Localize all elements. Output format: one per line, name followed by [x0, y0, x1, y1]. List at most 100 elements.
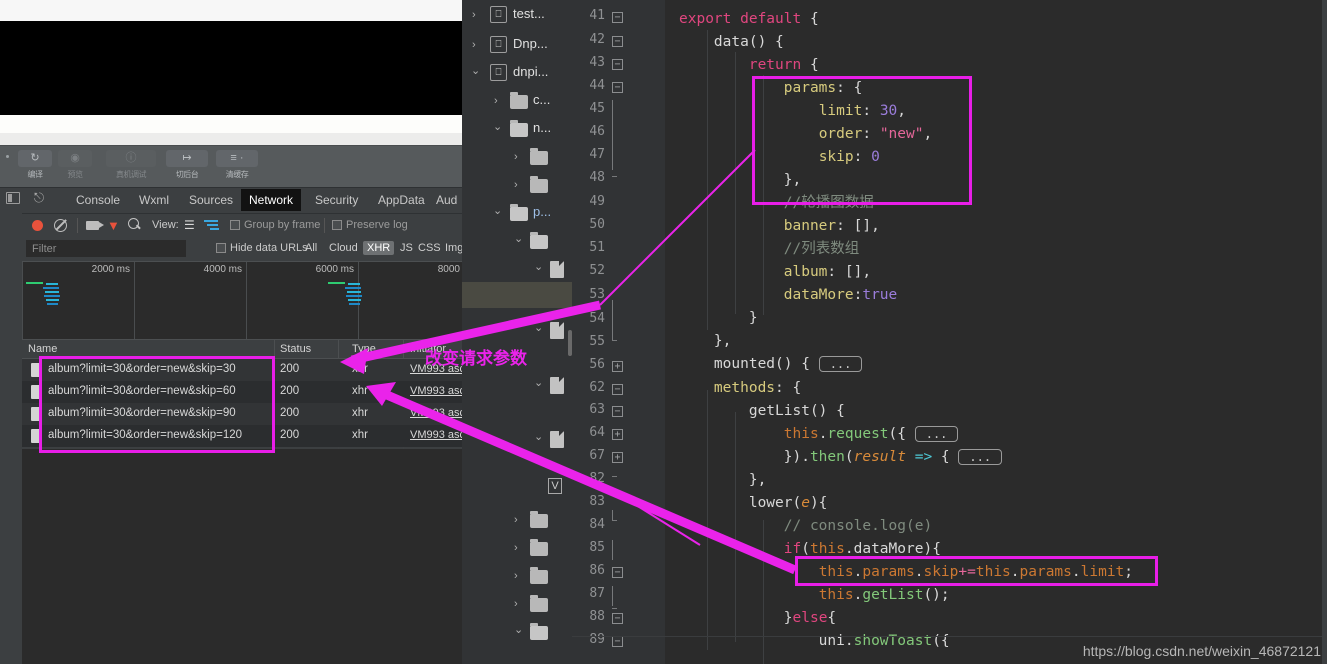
chevron-down-icon[interactable]: ⌄ [514, 234, 523, 245]
tab-security[interactable]: Security [307, 189, 366, 211]
tree-item-selected[interactable] [462, 282, 572, 308]
background-switch-button[interactable]: ↦ 切后台 [166, 150, 208, 180]
code-line-45: limit: 30, [818, 103, 907, 119]
tree-item-folder-e[interactable]: ⌄ [462, 617, 572, 661]
compile-button[interactable]: ↻ 编译 [18, 150, 52, 180]
table-row[interactable]: album?limit=30&order=new&skip=60 200 xhr… [22, 381, 462, 403]
preserve-log-checkbox[interactable] [332, 220, 342, 230]
inspect-element-icon[interactable]: ⎋ [30, 190, 48, 206]
simulator-screen[interactable] [0, 21, 462, 115]
network-timeline-overview[interactable]: 2000 ms 4000 ms 6000 ms 8000 [22, 261, 462, 340]
chevron-right-icon[interactable]: › [514, 543, 518, 554]
tab-wxml[interactable]: Wxml [131, 189, 177, 211]
table-row[interactable]: album?limit=30&order=new&skip=120 200 xh… [22, 425, 462, 447]
view-waterfall-icon[interactable] [204, 220, 220, 231]
chevron-right-icon[interactable]: › [494, 96, 498, 107]
preserve-log-label: Preserve log [346, 219, 408, 231]
chevron-right-icon[interactable]: › [514, 152, 518, 163]
fold-toggle-icon[interactable]: − [612, 12, 623, 23]
tree-item-file-2[interactable]: ⌄ [462, 315, 572, 359]
network-toolbar: ▼ View: ☰ Group by frame Preserve log [22, 213, 462, 237]
line-number: 84 [589, 517, 605, 532]
fold-expand-icon[interactable]: + [612, 452, 623, 463]
type-filter-img[interactable]: Img [441, 241, 462, 255]
code-editor[interactable]: 41 42 43 44 45 46 47 48 49 50 51 52 53 5… [572, 0, 1327, 664]
fold-expand-icon[interactable]: + [612, 361, 623, 372]
folder-icon [530, 148, 548, 165]
chevron-down-icon[interactable]: ⌄ [493, 206, 502, 217]
folder-open-icon [530, 232, 548, 249]
chevron-right-icon[interactable]: › [514, 599, 518, 610]
folded-code-chip[interactable]: ... [914, 426, 959, 442]
folded-code-chip[interactable]: ... [818, 356, 863, 372]
type-filter-all[interactable]: All [301, 241, 321, 255]
request-type: xhr [352, 385, 368, 397]
simulator-grey-strip [0, 133, 462, 145]
hide-data-urls-checkbox[interactable] [216, 243, 226, 253]
tree-item-file-3[interactable]: ⌄ [462, 370, 572, 414]
chevron-down-icon[interactable]: ⌄ [493, 122, 502, 133]
column-header-status[interactable]: Status [280, 343, 311, 355]
tree-item-file-4[interactable]: ⌄ [462, 424, 572, 468]
request-initiator[interactable]: VM993 asc [410, 407, 462, 419]
view-label: View: [152, 219, 179, 231]
chevron-right-icon[interactable]: › [472, 40, 476, 51]
chevron-down-icon[interactable]: ⌄ [534, 262, 543, 273]
fold-toggle-icon[interactable]: − [612, 567, 623, 578]
group-by-frame-checkbox[interactable] [230, 220, 240, 230]
tab-appdata[interactable]: AppData [370, 189, 433, 211]
column-header-initiator[interactable]: Initiator [410, 343, 446, 355]
chevron-right-icon[interactable]: › [514, 180, 518, 191]
fold-toggle-icon[interactable]: − [612, 384, 623, 395]
record-icon[interactable] [32, 220, 43, 231]
fold-toggle-icon[interactable]: − [612, 59, 623, 70]
chevron-down-icon[interactable]: ⌄ [534, 378, 543, 389]
search-icon[interactable] [128, 218, 142, 232]
table-row[interactable]: album?limit=30&order=new&skip=30 200 xhr… [22, 359, 462, 381]
clear-cache-button[interactable]: ≡ · 清缓存 [216, 150, 258, 180]
tab-network[interactable]: Network [241, 189, 302, 211]
chevron-down-icon[interactable]: ⌄ [471, 66, 480, 77]
dock-position-icon[interactable] [6, 192, 20, 204]
column-header-name[interactable]: Name [28, 343, 57, 355]
tree-item-label: c... [533, 92, 551, 107]
type-filter-cloud[interactable]: Cloud [325, 241, 362, 255]
refresh-icon: ↻ [18, 150, 52, 167]
type-filter-xhr[interactable]: XHR [363, 241, 395, 255]
request-name: album?limit=30&order=new&skip=60 [48, 385, 236, 397]
chevron-down-icon[interactable]: ⌄ [514, 625, 523, 636]
chevron-down-icon[interactable]: ⌄ [534, 432, 543, 443]
request-initiator[interactable]: VM993 asc [410, 363, 462, 375]
fold-toggle-icon[interactable]: − [612, 406, 623, 417]
chevron-down-icon[interactable]: ⌄ [534, 323, 543, 334]
filter-funnel-icon[interactable]: ▼ [107, 219, 120, 232]
tab-console[interactable]: Console [68, 189, 128, 211]
fold-toggle-icon[interactable]: − [612, 82, 623, 93]
folded-code-chip[interactable]: ... [958, 449, 1003, 465]
timeline-tick-2000: 2000 ms [91, 264, 130, 275]
request-status: 200 [280, 407, 300, 419]
filter-input[interactable]: Filter [26, 240, 186, 257]
preview-button[interactable]: ◉ 预览 [58, 150, 92, 180]
fold-toggle-icon[interactable]: − [612, 636, 623, 647]
line-number: 48 [589, 170, 605, 185]
device-debug-button[interactable]: ⓘ 真机调试 [106, 150, 156, 180]
chevron-right-icon[interactable]: › [514, 571, 518, 582]
chevron-right-icon[interactable]: › [472, 10, 476, 21]
code-line-83: lower(e){ [679, 495, 828, 511]
request-initiator[interactable]: VM993 asc [410, 429, 462, 441]
column-header-type[interactable]: Type [352, 343, 376, 355]
screenshot-camera-icon[interactable] [86, 221, 104, 230]
tab-sources[interactable]: Sources [181, 189, 241, 211]
clear-icon[interactable] [54, 219, 67, 232]
tab-audits[interactable]: Aud [428, 189, 462, 211]
fold-toggle-icon[interactable]: − [612, 36, 623, 47]
request-initiator[interactable]: VM993 asc [410, 385, 462, 397]
chevron-right-icon[interactable]: › [514, 515, 518, 526]
table-row[interactable]: album?limit=30&order=new&skip=90 200 xhr… [22, 403, 462, 425]
fold-expand-icon[interactable]: + [612, 429, 623, 440]
code-line-63: getList() { [679, 403, 845, 419]
fold-toggle-icon[interactable]: − [612, 613, 623, 624]
view-list-icon[interactable]: ☰ [184, 219, 195, 231]
code-content[interactable]: export default { data() { return { param… [665, 0, 1327, 664]
